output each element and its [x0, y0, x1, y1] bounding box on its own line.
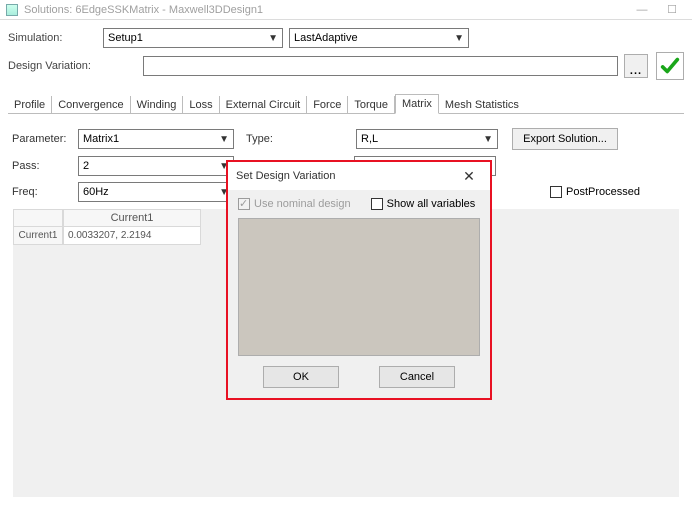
chevron-down-icon: ▼ [454, 33, 464, 44]
adaptive-select[interactable]: LastAdaptive ▼ [289, 28, 469, 48]
checkmark-icon [659, 55, 681, 77]
table-corner [13, 209, 63, 227]
parameter-select[interactable]: Matrix1 ▼ [78, 129, 234, 149]
tab-force[interactable]: Force [307, 96, 348, 114]
type-label: Type: [246, 133, 284, 145]
post-processed-label: PostProcessed [566, 186, 640, 198]
tab-strip: Profile Convergence Winding Loss Externa… [8, 94, 684, 114]
cancel-button-label: Cancel [400, 371, 434, 383]
post-processed-checkbox[interactable] [550, 186, 562, 198]
tab-torque[interactable]: Torque [348, 96, 395, 114]
app-icon [6, 4, 18, 16]
type-select[interactable]: R,L ▼ [356, 129, 498, 149]
table-row-header[interactable]: Current1 [13, 227, 63, 245]
ok-button-label: OK [293, 371, 309, 383]
dialog-title: Set Design Variation [236, 170, 335, 182]
use-nominal-design-checkbox [238, 198, 250, 210]
minimize-button[interactable]: — [628, 2, 656, 18]
tab-convergence[interactable]: Convergence [52, 96, 130, 114]
window-title: Solutions: 6EdgeSSKMatrix - Maxwell3DDes… [24, 4, 263, 16]
use-nominal-design-label: Use nominal design [254, 198, 351, 210]
table-column-header[interactable]: Current1 [63, 209, 201, 227]
tab-matrix[interactable]: Matrix [395, 94, 439, 114]
parameter-label: Parameter: [12, 133, 78, 145]
parameter-select-value: Matrix1 [83, 133, 119, 145]
type-select-value: R,L [361, 133, 378, 145]
tab-mesh-statistics[interactable]: Mesh Statistics [439, 96, 525, 114]
ok-button[interactable]: OK [263, 366, 339, 388]
pass-label: Pass: [12, 160, 78, 172]
pass-select-value: 2 [83, 160, 89, 172]
chevron-down-icon: ▼ [268, 33, 278, 44]
confirm-check-button[interactable] [656, 52, 684, 80]
table-cell[interactable]: 0.0033207, 2.2194 [63, 227, 201, 245]
dialog-titlebar: Set Design Variation ✕ [228, 162, 490, 190]
adaptive-select-value: LastAdaptive [294, 32, 358, 44]
chevron-down-icon: ▼ [219, 134, 229, 145]
design-variation-input[interactable] [143, 56, 618, 76]
dialog-close-button[interactable]: ✕ [456, 166, 482, 186]
design-variation-label: Design Variation: [8, 60, 103, 72]
variables-list[interactable] [238, 218, 480, 356]
setup-select-value: Setup1 [108, 32, 143, 44]
tab-external-circuit[interactable]: External Circuit [220, 96, 308, 114]
export-button-label: Export Solution... [523, 133, 607, 145]
simulation-label: Simulation: [8, 32, 103, 44]
titlebar: Solutions: 6EdgeSSKMatrix - Maxwell3DDes… [0, 0, 692, 20]
freq-select-value: 60Hz [83, 186, 109, 198]
maximize-button[interactable]: ☐ [658, 2, 686, 18]
show-all-variables-label: Show all variables [387, 198, 476, 210]
show-all-variables-checkbox[interactable] [371, 198, 383, 210]
setup-select[interactable]: Setup1 ▼ [103, 28, 283, 48]
tab-winding[interactable]: Winding [131, 96, 184, 114]
cancel-button[interactable]: Cancel [379, 366, 455, 388]
chevron-down-icon: ▼ [483, 134, 493, 145]
tab-loss[interactable]: Loss [183, 96, 219, 114]
freq-label: Freq: [12, 186, 78, 198]
pass-select[interactable]: 2 ▼ [78, 156, 234, 176]
design-variation-browse-button[interactable]: ... [624, 54, 648, 78]
freq-select[interactable]: 60Hz ▼ [78, 182, 234, 202]
ellipsis-label: ... [630, 65, 642, 77]
export-solution-button[interactable]: Export Solution... [512, 128, 618, 150]
tab-profile[interactable]: Profile [8, 96, 52, 114]
set-design-variation-dialog: Set Design Variation ✕ Use nominal desig… [226, 160, 492, 400]
